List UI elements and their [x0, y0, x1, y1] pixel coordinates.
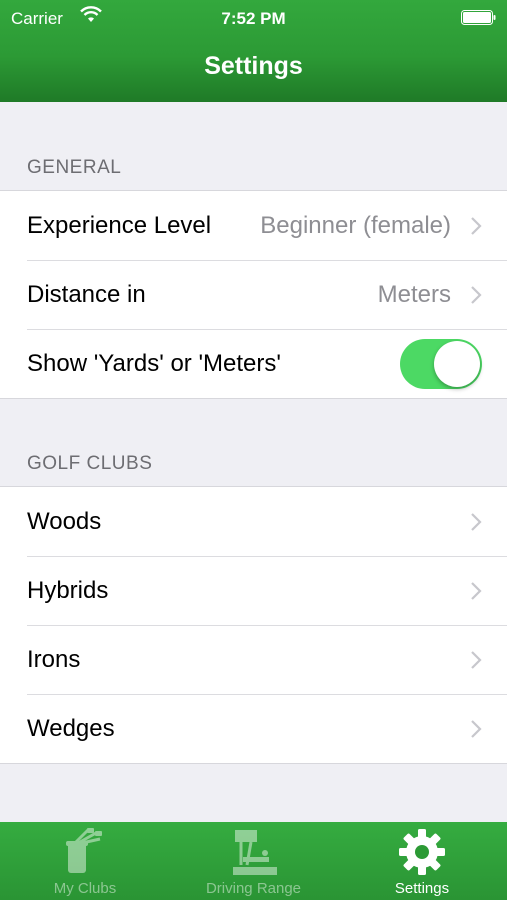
navigation-bar: Carrier 7:52 PM Settings [0, 0, 507, 102]
chevron-right-icon [471, 513, 482, 531]
section-header-golf-clubs: GOLF CLUBS [27, 453, 153, 474]
chevron-right-icon [471, 286, 482, 304]
distance-unit-value: Meters [377, 281, 451, 308]
experience-level-value: Beginner (female) [260, 212, 451, 239]
club-row-wedges[interactable]: Wedges [0, 694, 507, 763]
chevron-right-icon [471, 582, 482, 600]
club-row-woods[interactable]: Woods [0, 487, 507, 556]
status-time: 7:52 PM [221, 9, 286, 28]
show-units-label: Show 'Yards' or 'Meters' [27, 350, 281, 377]
experience-level-row[interactable]: Experience Level Beginner (female) [0, 191, 507, 260]
section-header-general: GENERAL [27, 157, 122, 178]
chevron-right-icon [471, 651, 482, 669]
club-label: Woods [27, 508, 102, 535]
golf-clubs-group: Woods Hybrids Irons Wedges [0, 486, 507, 764]
tab-settings[interactable]: Settings [337, 822, 507, 900]
chevron-right-icon [471, 217, 482, 235]
golf-bag-icon [66, 828, 102, 873]
tab-bar: My Clubs Driving Range Settings [0, 822, 507, 900]
club-row-irons[interactable]: Irons [0, 625, 507, 694]
chevron-right-icon [471, 720, 482, 738]
show-units-row: Show 'Yards' or 'Meters' [0, 329, 507, 398]
page-title: Settings [204, 52, 303, 80]
club-label: Wedges [27, 715, 115, 742]
distance-unit-row[interactable]: Distance in Meters [0, 260, 507, 329]
tab-label: Driving Range [205, 880, 302, 897]
gear-icon [399, 829, 445, 875]
general-settings-group: Experience Level Beginner (female) Dista… [0, 190, 507, 399]
distance-unit-label: Distance in [27, 281, 146, 308]
driving-range-icon [232, 830, 277, 875]
experience-level-label: Experience Level [27, 212, 212, 239]
battery-icon [461, 10, 496, 25]
club-label: Irons [27, 646, 81, 673]
club-row-hybrids[interactable]: Hybrids [0, 556, 507, 625]
tab-label: My Clubs [53, 880, 117, 897]
tab-my-clubs[interactable]: My Clubs [0, 822, 170, 900]
club-label: Hybrids [27, 577, 109, 604]
status-bar: Carrier 7:52 PM [0, 0, 507, 36]
show-units-toggle[interactable] [400, 339, 482, 389]
toggle-knob [434, 341, 480, 387]
tab-driving-range[interactable]: Driving Range [170, 822, 337, 900]
tab-label: Settings [394, 880, 450, 897]
